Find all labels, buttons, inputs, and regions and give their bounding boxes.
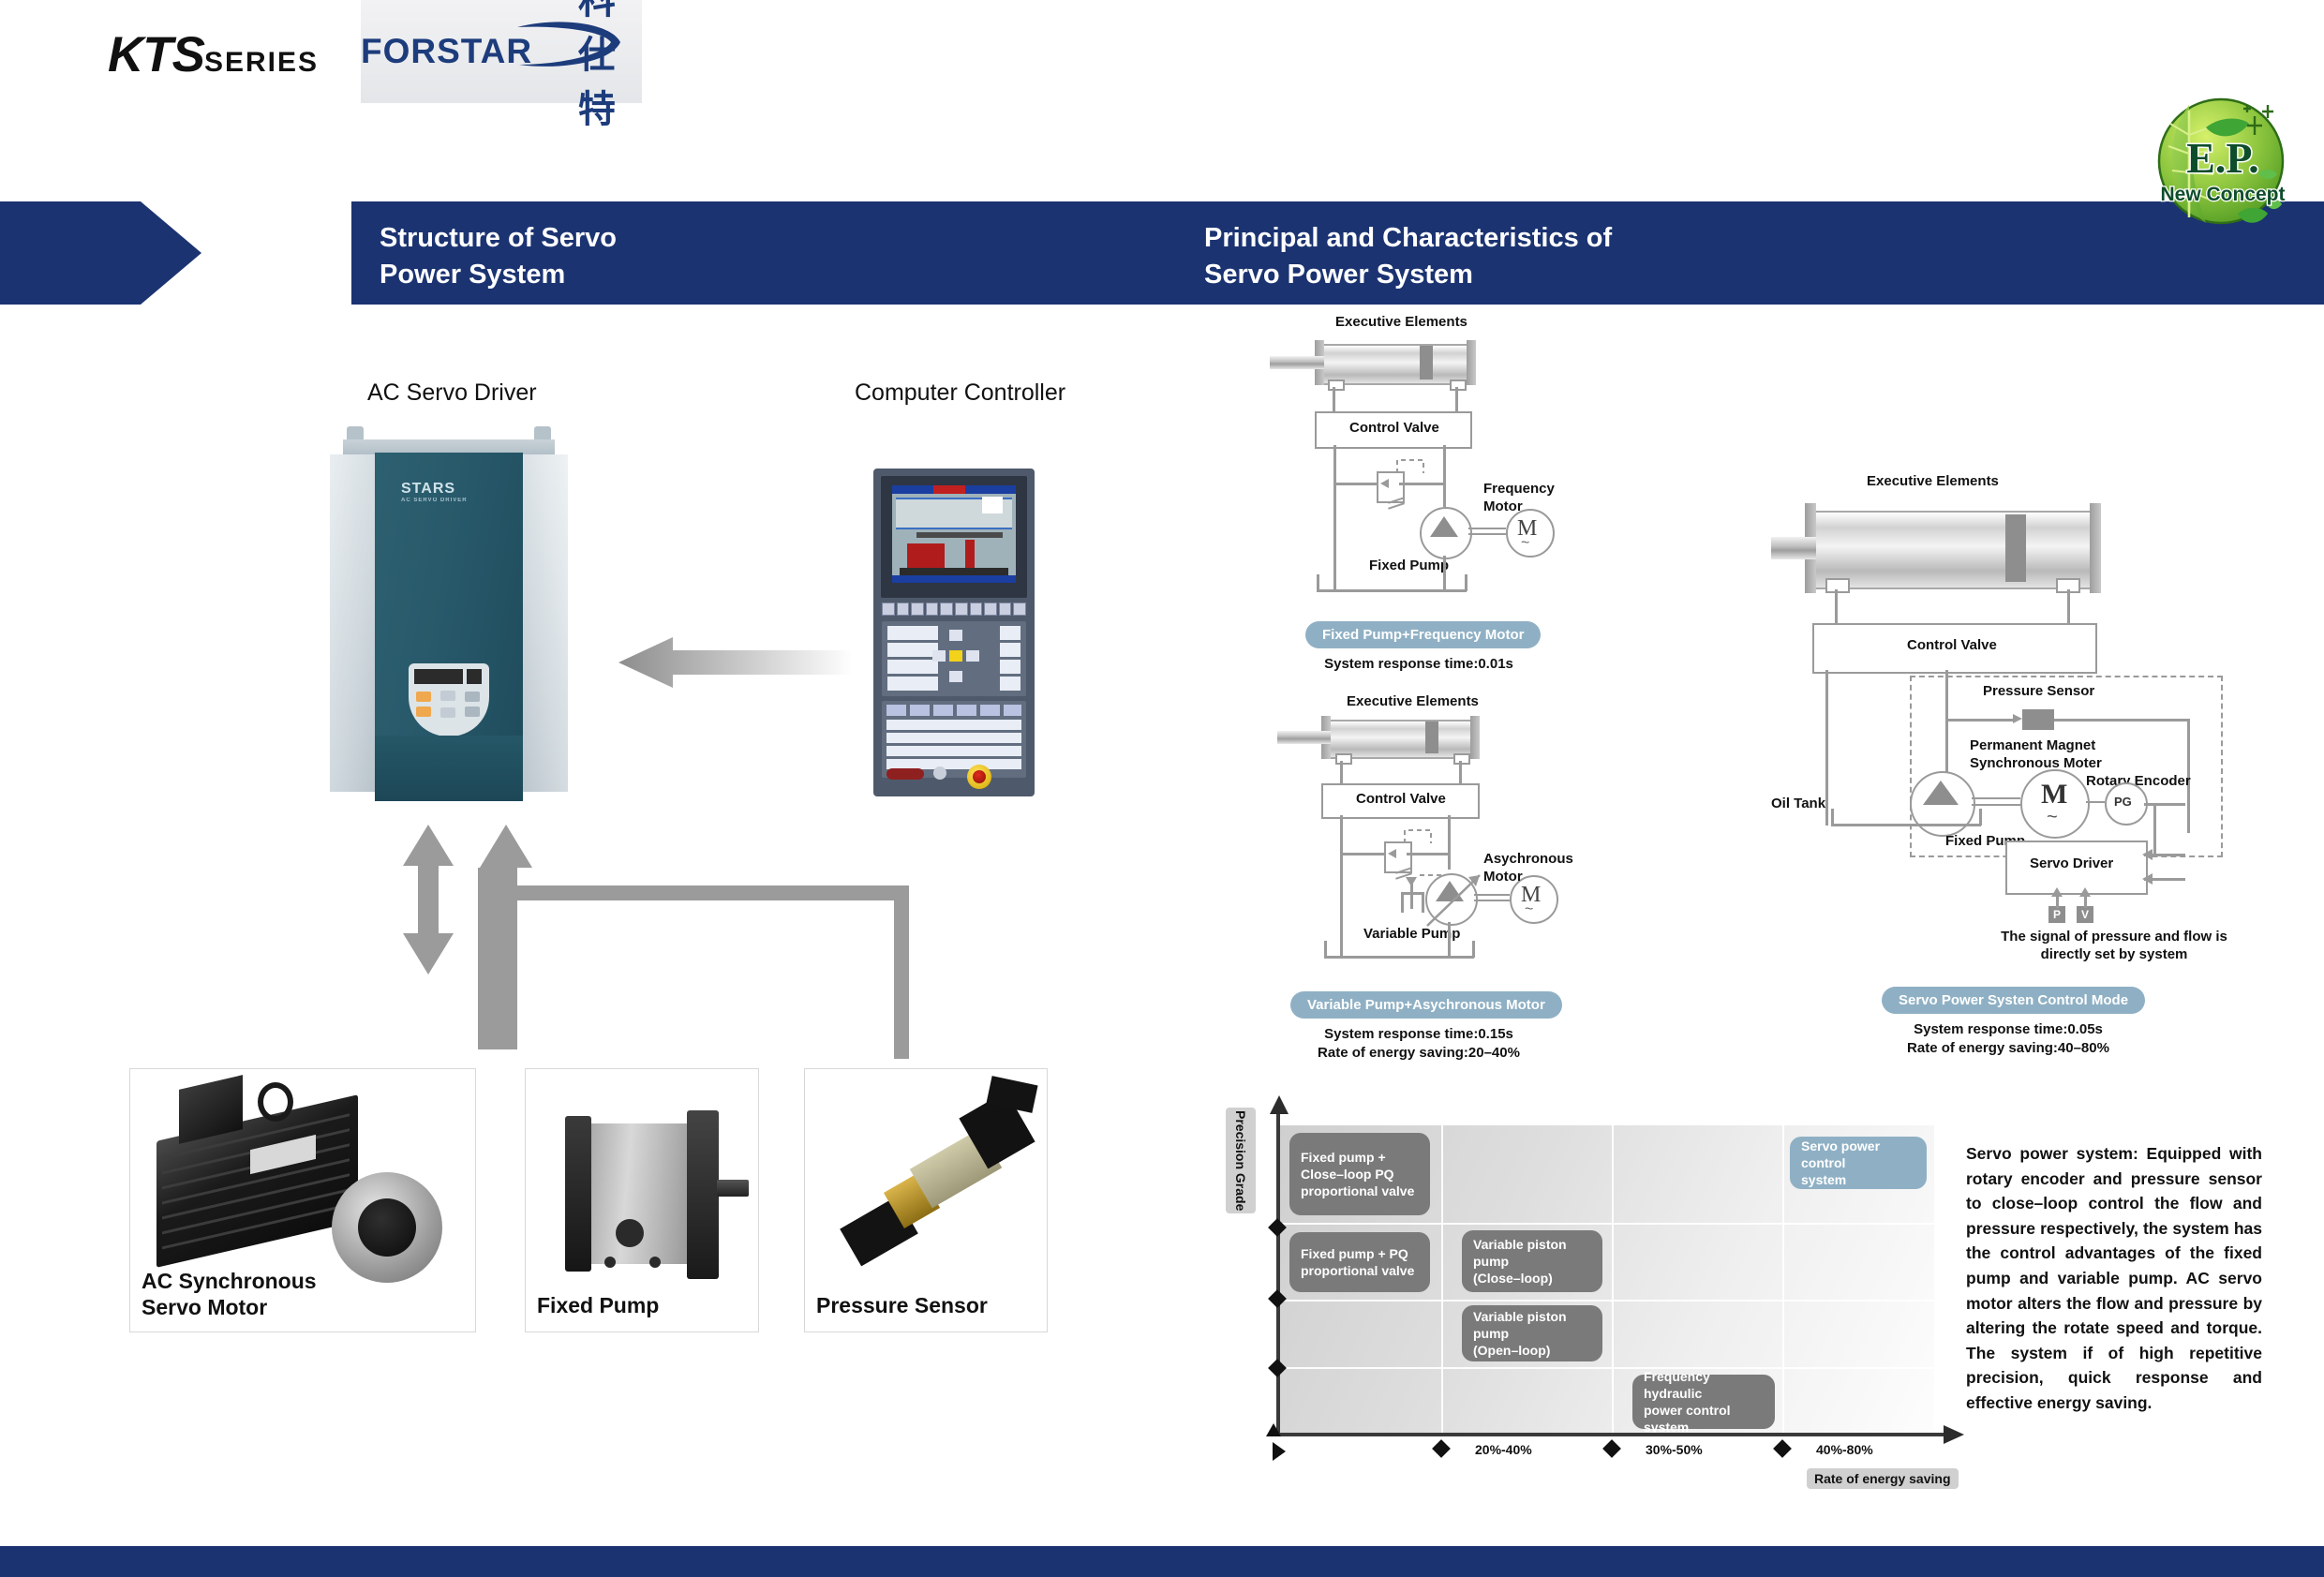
signal-note: The signal of pressure and flow is direc… [2001,929,2227,962]
x-tick-marker-2 [1602,1439,1621,1458]
servo-power-system-description: Servo power system: Equipped with rotary… [1966,1144,2262,1412]
emergency-stop-button[interactable] [967,765,991,789]
caption-servo-power-system: System response time:0.05s Rate of energ… [1907,1021,2109,1057]
schematic-servo-power-system: Executive Elements Control Valve Pressur… [1771,473,2258,1056]
eco-badge-title: E.P. [2186,134,2259,182]
pill-fixed-pump-frequency-motor: Fixed Pump+Frequency Motor [1305,621,1542,648]
sensors-to-driver-arrow [478,825,918,1073]
control-valve-label-1: Control Valve [1349,420,1439,436]
servo-driver-label: Servo Driver [2030,855,2114,871]
motor-symbol-3: M [2041,779,2068,810]
chart-plot-area: Fixed pump + Close–loop PQ proportional … [1278,1125,1934,1435]
computer-controller-photo [873,469,1035,796]
chart-y-axis-label: Precision Grade [1226,1108,1256,1214]
chart-item-1: Fixed pump + PQ proportional valve [1289,1232,1430,1292]
sensor-bus-horizontal [478,885,909,900]
company-logo: FORSTAR 科仕特 [361,0,642,131]
photo-card-fixed-pump: Fixed Pump [525,1068,759,1332]
frequency-motor-label: Frequency Motor [1483,481,1555,514]
chart-item-3: Variable piston pump (Open–loop) [1462,1305,1602,1361]
pressure-sensor-label: Pressure Sensor [1983,683,2095,699]
ac-servo-driver-photo: STARS AC SERVO DRIVER [330,426,568,801]
controller-screen [892,485,1016,583]
signal-p-icon: P [2048,906,2065,923]
origin-up-marker [1266,1423,1281,1436]
chart-item-4: Frequency hydraulic power control system [1632,1369,1775,1435]
controller-to-driver-arrow [618,637,853,692]
computer-controller-label: Computer Controller [855,379,1066,406]
signal-v-icon: V [2077,906,2093,923]
caption-variable-pump-asychronous-motor: System response time:0.15s Rate of energ… [1318,1026,1520,1062]
x-axis-arrow-icon [1944,1425,1964,1444]
pill-variable-pump-asychronous-motor: Variable Pump+Asychronous Motor [1290,991,1562,1019]
capability-matrix-chart: Fixed pump + Close–loop PQ proportional … [1254,1095,1966,1489]
asychronous-motor-label: Asychronous Motor [1483,851,1573,885]
series-logo: KTSSERIES [108,26,319,83]
variable-pump-label: Variable Pump [1363,926,1461,942]
photo-card-pressure-sensor: Pressure Sensor [804,1068,1048,1332]
sensor-bus-vertical [894,885,909,1059]
control-valve-label-2: Control Valve [1356,791,1446,807]
chart-x-axis-label: Rate of energy saving [1807,1468,1959,1489]
series-sub: SERIES [204,47,320,78]
executive-elements-label-3: Executive Elements [1867,473,1999,489]
oil-tank-label: Oil Tank [1771,796,1826,811]
x-tick-marker-1 [1432,1439,1451,1458]
schematic-variable-pump-asychronous-motor: Executive Elements Control Valve Variabl… [1270,693,1598,1061]
x-tick-marker-3 [1773,1439,1792,1458]
permanent-magnet-motor-label: Permanent Magnet Synchronous Moter [1970,737,2102,771]
photo-caption-servo-motor: AC Synchronous Servo Motor [142,1268,317,1319]
executive-elements-label-1: Executive Elements [1335,314,1467,330]
x-tick-label-3: 40%-80% [1816,1442,1873,1457]
x-tick-label-2: 30%-50% [1646,1442,1703,1457]
eco-badge-subtitle: New Concept [2160,184,2285,205]
schematic-fixed-pump-frequency-motor: Executive Elements Control Valve Fixed P… [1270,314,1579,672]
photo-caption-pressure-sensor: Pressure Sensor [816,1292,988,1317]
ac-servo-driver-label: AC Servo Driver [367,379,537,406]
driver-keypad [409,663,489,736]
chart-item-0: Fixed pump + Close–loop PQ proportional … [1289,1133,1430,1215]
driver-brand-logo: STARS AC SERVO DRIVER [401,481,468,503]
driver-bidirectional-arrow [403,825,454,979]
executive-elements-label-2: Executive Elements [1347,693,1479,709]
section-title-left: Structure of Servo Power System [380,223,617,290]
pill-servo-power-system: Servo Power Systen Control Mode [1882,987,2146,1014]
header-band [0,201,2324,305]
eco-badge: E.P. New Concept [2148,86,2298,236]
fixed-pump-label-1: Fixed Pump [1369,558,1450,573]
photo-card-servo-motor: AC Synchronous Servo Motor [129,1068,476,1332]
y-axis-arrow-icon [1270,1095,1289,1114]
x-tick-label-1: 20%-40% [1475,1442,1532,1457]
chart-item-2: Variable piston pump (Close–loop) [1462,1230,1602,1292]
section-title-right: Principal and Characteristics of Servo P… [1204,223,1613,290]
caption-fixed-pump-frequency-motor: System response time:0.01s [1324,656,1513,672]
logo-swoosh-icon [517,22,621,70]
encoder-symbol: PG [2114,795,2132,809]
chart-item-5: Servo power control system [1790,1137,1927,1189]
header-chevron-icon [0,201,201,305]
photo-caption-fixed-pump: Fixed Pump [537,1292,660,1317]
footer-bar [0,1546,2324,1577]
logo-wordmark: FORSTAR [361,32,533,70]
control-valve-label-3: Control Valve [1907,637,1997,653]
series-main: KTS [108,27,205,82]
origin-right-marker [1273,1442,1286,1461]
